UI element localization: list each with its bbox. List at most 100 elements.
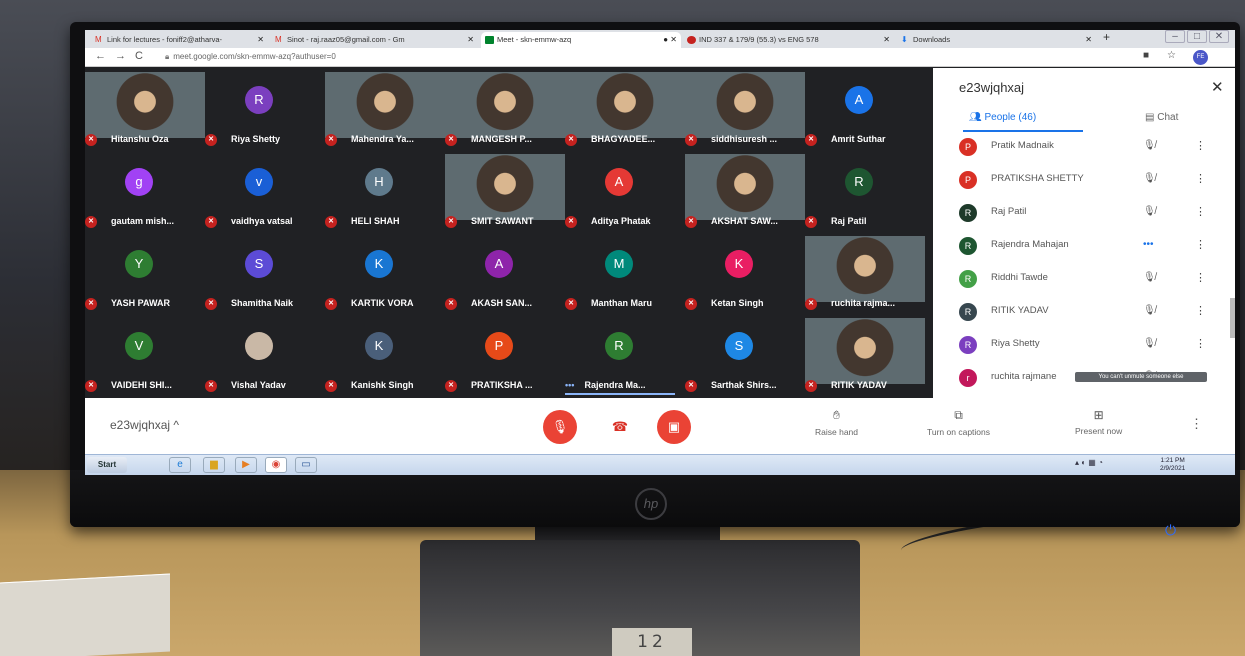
meeting-details[interactable]: e23wjqhxaj ^ [110,418,179,432]
people-list-item[interactable]: R Riya Shetty 🎙︎̸ ⋮ [933,330,1235,362]
speaking-icon[interactable]: ••• [1143,239,1154,250]
leave-call-button[interactable]: ☎︎ [603,410,637,444]
participant-tile[interactable]: K ✕ KARTIK VORA [325,236,445,316]
maximize-button[interactable]: □ [1187,30,1207,43]
camera-icon[interactable]: ■ [1143,50,1149,61]
people-list-item[interactable]: P Pratik Madnaik 🎙︎̸ ⋮ [933,132,1235,164]
more-options-icon[interactable]: ⋮ [1195,238,1206,251]
captions-button[interactable]: ⧉ Turn on captions [927,408,990,437]
mic-toggle-button[interactable]: 🎙︎ [543,410,577,444]
power-icon[interactable]: ⏻ [1165,522,1176,539]
present-now-button[interactable]: ⊞ Present now [1075,408,1122,436]
participant-tile[interactable]: R ✕ Raj Patil [805,154,925,234]
tab-lectures[interactable]: M Link for lectures - foniff2@atharva- ✕ [91,32,269,48]
profile-avatar[interactable]: FE [1193,50,1208,65]
more-options-icon[interactable]: ⋮ [1195,271,1206,284]
people-list-item[interactable]: R Raj Patil 🎙︎̸ ⋮ [933,198,1235,230]
participant-tile[interactable]: ✕ AKSHAT SAW... [685,154,805,234]
mic-off-icon[interactable]: 🎙︎̸ [1143,140,1156,151]
participant-tile[interactable]: S ✕ Sarthak Shirs... [685,318,805,398]
close-tab-icon[interactable]: ✕ [467,32,474,48]
people-list-item[interactable]: R Rajendra Mahajan ••• ⋮ [933,231,1235,263]
participant-tile[interactable]: P ✕ PRATIKSHA ... [445,318,565,398]
tab-downloads[interactable]: ⬇ Downloads ✕ [897,32,1097,48]
participant-video [445,72,565,138]
close-tab-icon[interactable]: ✕ [1085,32,1092,48]
participant-tile[interactable]: ✕ Hitanshu Oza [85,72,205,152]
people-list-item[interactable]: R RITIK YADAV 🎙︎̸ ⋮ [933,297,1235,329]
people-list-item[interactable]: R Riddhi Tawde 🎙︎̸ ⋮ [933,264,1235,296]
more-options-icon[interactable]: ⋮ [1195,172,1206,185]
start-button[interactable]: Start [87,457,127,473]
participant-tile[interactable]: ✕ MANGESH P... [445,72,565,152]
participant-tile[interactable]: S ✕ Shamitha Naik [205,236,325,316]
participant-name: ✕ gautam mish... [85,214,205,228]
participant-tile[interactable]: ✕ Mahendra Ya... [325,72,445,152]
participant-tile[interactable]: g ✕ gautam mish... [85,154,205,234]
more-options-icon[interactable]: ⋮ [1195,139,1206,152]
raise-hand-button[interactable]: ✋︎ Raise hand [815,408,858,437]
person-avatar: P [959,138,977,156]
participant-tile[interactable]: R ••• Rajendra Ma... [565,318,685,398]
participant-tile[interactable]: A ✕ AKASH SAN... [445,236,565,316]
more-options-icon[interactable]: ⋮ [1190,416,1203,432]
close-tab-icon[interactable]: ✕ [883,32,890,48]
participant-name-text: YASH PAWAR [111,298,171,308]
new-tab-button[interactable]: + [1103,30,1110,44]
close-tab-icon[interactable]: ✕ [257,32,264,48]
participant-tile[interactable]: H ✕ HELI SHAH [325,154,445,234]
participant-name-text: HELI SHAH [351,216,400,226]
participant-tile[interactable]: ✕ RITIK YADAV [805,318,925,398]
participant-tile[interactable]: A ✕ Aditya Phatak [565,154,685,234]
tab-meet[interactable]: Meet - skn-emmw-azq ● ✕ [481,32,681,48]
participant-tile[interactable]: v ✕ vaidhya vatsal [205,154,325,234]
participant-video [805,318,925,384]
close-panel-icon[interactable]: ✕ [1211,78,1224,96]
participant-tile[interactable]: ✕ ruchita rajma... [805,236,925,316]
more-options-icon[interactable]: ⋮ [1195,304,1206,317]
panel-scrollbar[interactable] [1230,298,1235,338]
participant-name: ✕ YASH PAWAR [85,296,205,310]
more-options-icon[interactable]: ⋮ [1195,337,1206,350]
mic-off-icon[interactable]: 🎙︎̸ [1143,206,1156,217]
participant-tile[interactable]: M ✕ Manthan Maru [565,236,685,316]
media-player-icon[interactable]: ▶ [235,457,257,473]
reload-icon[interactable]: C [135,50,143,62]
ie-icon[interactable]: e [169,457,191,473]
participant-tile[interactable]: R ✕ Riya Shetty [205,72,325,152]
chrome-icon[interactable]: ◉ [265,457,287,473]
participant-tile[interactable]: ✕ BHAGYADEE... [565,72,685,152]
tab-people[interactable]: 👥︎ People (46) [969,112,1036,123]
window-app-icon[interactable]: ▭ [295,457,317,473]
forward-icon[interactable]: → [115,50,126,62]
participant-name-text: BHAGYADEE... [591,134,656,144]
people-list-item[interactable]: P PRATIKSHA SHETTY 🎙︎̸ ⋮ [933,165,1235,197]
tab-gmail[interactable]: M Sinot - raj.raaz05@gmail.com - Gm ✕ [271,32,479,48]
tab-chat[interactable]: ▤ Chat [1145,112,1178,123]
close-tab-icon[interactable]: ● ✕ [663,32,677,48]
participant-tile[interactable]: ✕ SMIT SAWANT [445,154,565,234]
more-options-icon[interactable]: ⋮ [1195,205,1206,218]
minimize-button[interactable]: – [1165,30,1185,43]
participant-tile[interactable]: K ✕ Ketan Singh [685,236,805,316]
participant-tile[interactable]: Y ✕ YASH PAWAR [85,236,205,316]
participant-tile[interactable]: ✕ Vishal Yadav [205,318,325,398]
tab-cricket[interactable]: IND 337 & 179/9 (55.3) vs ENG 578 ✕ [683,32,895,48]
mic-off-icon[interactable]: 🎙︎̸ [1143,338,1156,349]
participant-tile[interactable]: ✕ siddhisuresh ... [685,72,805,152]
participant-name: ••• Rajendra Ma... [565,378,685,392]
participant-tile[interactable]: A ✕ Amrit Suthar [805,72,925,152]
mic-off-icon[interactable]: 🎙︎̸ [1143,173,1156,184]
participant-tile[interactable]: V ✕ VAIDEHI SHI... [85,318,205,398]
participant-avatar: A [605,168,633,196]
participant-tile[interactable]: K ✕ Kanishk Singh [325,318,445,398]
participant-name: ✕ HELI SHAH [325,214,445,228]
camera-toggle-button[interactable]: ▣ [657,410,691,444]
folder-icon[interactable]: ▆ [203,457,225,473]
mic-off-icon[interactable]: 🎙︎̸ [1143,272,1156,283]
mic-off-icon[interactable]: 🎙︎̸ [1143,305,1156,316]
url-field[interactable]: 🔒︎ meet.google.com/skn-emmw-azq?authuser=… [165,50,1095,64]
close-window-button[interactable]: ✕ [1209,30,1229,43]
star-icon[interactable]: ☆ [1167,50,1176,61]
back-icon[interactable]: ← [95,50,106,62]
